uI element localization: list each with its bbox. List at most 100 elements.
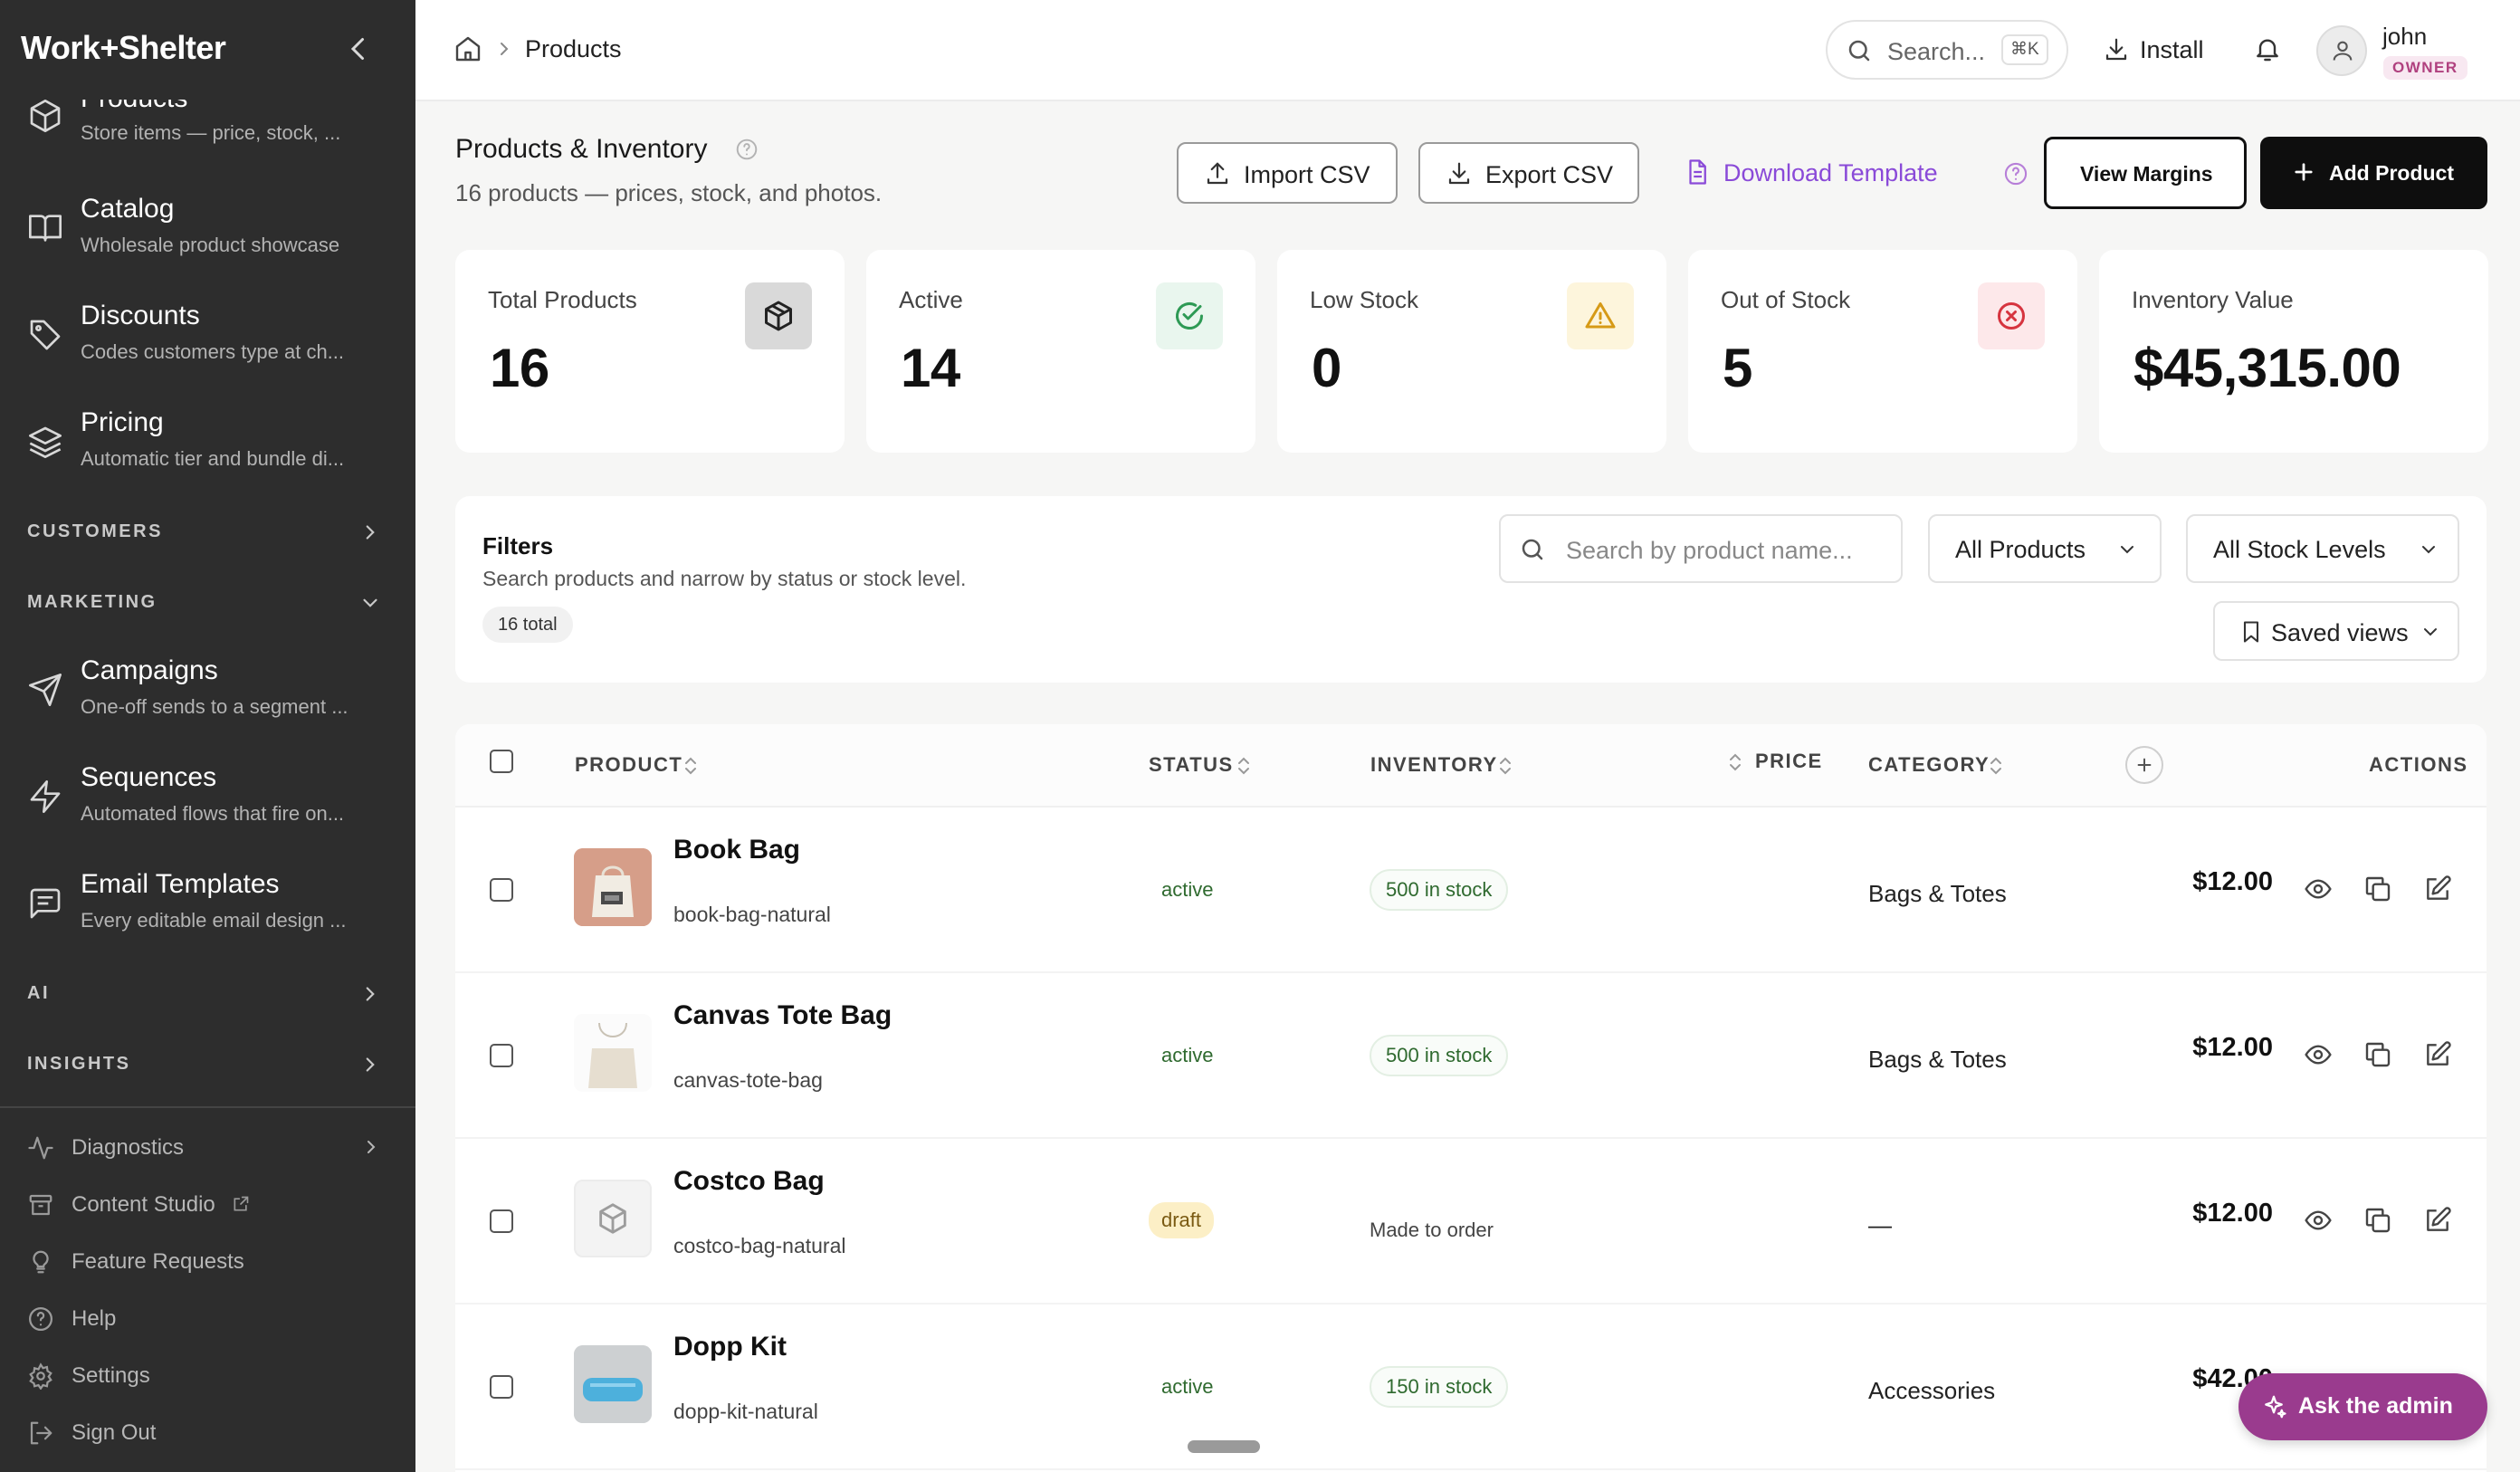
book-open-icon	[27, 210, 63, 246]
sort-icon[interactable]	[1987, 755, 2005, 777]
column-header-price[interactable]: PRICE	[1755, 750, 1823, 773]
column-header-status[interactable]: STATUS	[1149, 753, 1234, 777]
inventory-badge: 500 in stock	[1370, 869, 1509, 911]
bell-icon[interactable]	[2253, 34, 2282, 63]
product-name[interactable]: Book Bag	[673, 835, 800, 865]
sidebar-item-catalog[interactable]: Catalog Wholesale product showcase	[0, 177, 415, 279]
download-template-button[interactable]: Download Template	[1682, 142, 1959, 204]
sidebar-item-desc: Wholesale product showcase	[81, 234, 340, 256]
table-row[interactable]: Book Bag book-bag-natural active 500 in …	[455, 808, 2487, 973]
eye-icon[interactable]	[2304, 1040, 2333, 1069]
eye-icon[interactable]	[2304, 875, 2333, 903]
search-icon	[1519, 536, 1546, 563]
sidebar-section-insights[interactable]: INSIGHTS	[0, 1037, 415, 1092]
help-circle-icon[interactable]	[735, 138, 759, 161]
sidebar-section-customers[interactable]: CUSTOMERS	[0, 505, 415, 559]
sidebar-feature-requests[interactable]: Feature Requests	[0, 1236, 415, 1286]
sidebar-section-marketing[interactable]: MARKETING	[0, 576, 415, 630]
sidebar-section-ai[interactable]: AI	[0, 967, 415, 1021]
row-checkbox[interactable]	[490, 1209, 513, 1233]
eye-icon[interactable]	[2304, 1206, 2333, 1235]
external-link-icon	[232, 1195, 250, 1213]
ask-admin-label: Ask the admin	[2298, 1393, 2453, 1419]
column-header-category[interactable]: CATEGORY	[1868, 753, 1990, 777]
product-status-select[interactable]: All Products	[1928, 514, 2162, 583]
logo[interactable]: Work+Shelter	[21, 29, 226, 67]
stock-level-select[interactable]: All Stock Levels	[2186, 514, 2459, 583]
scroll-handle[interactable]	[1188, 1440, 1260, 1453]
table-row[interactable]: Dopp Kit dopp-kit-natural active 150 in …	[455, 1305, 2487, 1470]
edit-icon[interactable]	[2423, 875, 2452, 903]
sidebar-sign-out[interactable]: Sign Out	[0, 1407, 415, 1458]
section-label: AI	[27, 983, 50, 1003]
sidebar-item-campaigns[interactable]: Campaigns One-off sends to a segment ...	[0, 639, 415, 741]
filters-panel: Filters Search products and narrow by st…	[455, 496, 2487, 683]
sidebar-diagnostics[interactable]: Diagnostics	[0, 1122, 415, 1172]
help-circle-icon[interactable]	[2003, 161, 2028, 186]
home-icon[interactable]	[453, 34, 482, 63]
stat-label: Out of Stock	[1721, 286, 1851, 313]
row-checkbox[interactable]	[490, 1044, 513, 1067]
copy-icon[interactable]	[2363, 875, 2392, 903]
table-row[interactable]: Costco Bag costco-bag-natural draft Made…	[455, 1139, 2487, 1305]
sort-icon[interactable]	[1726, 751, 1744, 773]
add-product-button[interactable]: Add Product	[2260, 137, 2487, 209]
product-slug: book-bag-natural	[673, 903, 831, 926]
sparkles-icon	[2260, 1393, 2287, 1420]
sort-icon[interactable]	[1235, 755, 1253, 777]
chevron-right-icon	[358, 521, 382, 544]
stat-card-active: Active 14	[866, 250, 1255, 453]
edit-icon[interactable]	[2423, 1040, 2452, 1069]
select-value: All Products	[1955, 536, 2086, 563]
sidebar-content-studio[interactable]: Content Studio	[0, 1179, 415, 1229]
sidebar-item-pricing[interactable]: Pricing Automatic tier and bundle di...	[0, 391, 415, 492]
select-all-checkbox[interactable]	[490, 750, 513, 773]
view-margins-label: View Margins	[2080, 162, 2213, 186]
sidebar-item-sequences[interactable]: Sequences Automated flows that fire on..…	[0, 746, 415, 847]
sidebar-item-email-templates[interactable]: Email Templates Every editable email des…	[0, 853, 415, 954]
sort-icon[interactable]	[1496, 755, 1514, 777]
send-icon	[27, 672, 63, 708]
product-name[interactable]: Canvas Tote Bag	[673, 1000, 892, 1031]
import-csv-button[interactable]: Import CSV	[1177, 142, 1398, 204]
install-label: Install	[2140, 36, 2204, 63]
view-margins-button[interactable]: View Margins	[2044, 137, 2247, 209]
stat-card-inventory-value: Inventory Value $45,315.00	[2099, 250, 2488, 453]
saved-views-select[interactable]: Saved views	[2213, 601, 2459, 661]
column-header-product[interactable]: PRODUCT	[575, 753, 682, 777]
sidebar-help[interactable]: Help	[0, 1293, 415, 1343]
copy-icon[interactable]	[2363, 1040, 2392, 1069]
product-name[interactable]: Costco Bag	[673, 1166, 825, 1197]
collapse-sidebar-icon[interactable]	[342, 33, 375, 65]
edit-icon[interactable]	[2423, 1206, 2452, 1235]
user-name[interactable]: john	[2382, 23, 2427, 51]
sidebar-item-desc: Codes customers type at ch...	[81, 340, 345, 363]
add-column-button[interactable]	[2125, 746, 2163, 784]
row-checkbox[interactable]	[490, 878, 513, 902]
table-row[interactable]: Canvas Tote Bag canvas-tote-bag active 5…	[455, 973, 2487, 1139]
product-name[interactable]: Dopp Kit	[673, 1332, 787, 1362]
zap-icon	[27, 779, 63, 815]
stat-label: Inventory Value	[2132, 286, 2294, 313]
upload-icon	[1204, 160, 1231, 187]
search-icon	[1846, 37, 1873, 64]
product-price: $12.00	[2192, 1199, 2273, 1228]
layers-icon	[27, 424, 63, 460]
product-slug: canvas-tote-bag	[673, 1068, 823, 1092]
export-csv-button[interactable]: Export CSV	[1418, 142, 1639, 204]
sidebar-settings[interactable]: Settings	[0, 1350, 415, 1400]
sidebar-item-discounts[interactable]: Discounts Codes customers type at ch...	[0, 284, 415, 386]
cube-icon	[745, 282, 812, 349]
ask-admin-button[interactable]: Ask the admin	[2238, 1373, 2487, 1440]
stat-value: $45,315.00	[2133, 338, 2401, 398]
chevron-right-icon	[358, 1053, 382, 1076]
chevron-down-icon	[2420, 621, 2441, 643]
avatar[interactable]	[2316, 25, 2367, 76]
copy-icon[interactable]	[2363, 1206, 2392, 1235]
sort-icon[interactable]	[682, 755, 700, 777]
row-checkbox[interactable]	[490, 1375, 513, 1399]
column-header-inventory[interactable]: INVENTORY	[1370, 753, 1498, 777]
product-search-input[interactable]: Search by product name...	[1499, 514, 1903, 583]
global-search[interactable]: Search... ⌘K	[1826, 20, 2068, 80]
product-thumbnail	[574, 848, 652, 926]
